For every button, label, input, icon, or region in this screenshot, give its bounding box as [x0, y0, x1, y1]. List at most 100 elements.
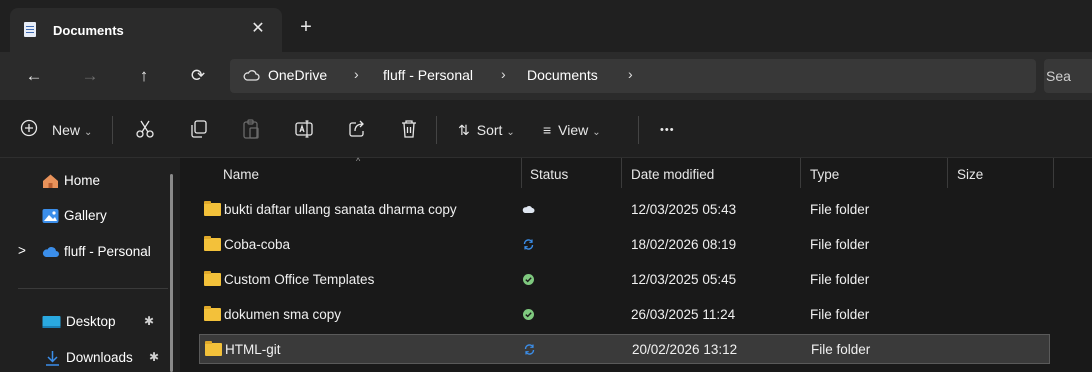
file-type: File folder	[811, 342, 871, 357]
chevron-down-icon: ⌄	[506, 127, 515, 138]
column-resize-handle[interactable]	[521, 158, 522, 188]
breadcrumb-onedrive[interactable]: OneDrive	[268, 67, 327, 83]
search-input[interactable]: Sea	[1046, 68, 1071, 84]
breadcrumb-separator[interactable]: ›	[501, 66, 506, 82]
cloud-status-icon	[522, 205, 535, 213]
view-label: View	[558, 122, 589, 138]
column-header-name[interactable]: Name	[223, 167, 259, 182]
plus-circle-icon	[20, 119, 38, 137]
tab-strip: Documents ✕ +	[0, 0, 1092, 52]
sidebar-item-fluff-personal[interactable]: > fluff - Personal	[0, 237, 170, 267]
breadcrumb-separator[interactable]: ›	[354, 66, 359, 82]
file-row[interactable]: bukti daftar ullang sanata dharma copy 1…	[199, 195, 1050, 225]
sidebar-item-home[interactable]: Home	[0, 166, 170, 196]
home-icon	[43, 174, 58, 188]
cloud-icon	[243, 70, 260, 81]
file-name: Custom Office Templates	[224, 272, 375, 287]
file-date: 18/02/2026 08:19	[631, 237, 737, 252]
sort-icon: ⇅	[458, 122, 470, 138]
up-button[interactable]: ↑	[132, 64, 156, 88]
gallery-icon	[42, 209, 59, 223]
rename-icon[interactable]	[293, 118, 315, 140]
file-date: 20/02/2026 13:12	[632, 342, 738, 357]
file-date: 12/03/2025 05:43	[631, 202, 737, 217]
sidebar-item-label: Desktop	[66, 314, 116, 329]
sidebar-item-downloads[interactable]: Downloads ✱	[0, 343, 170, 372]
back-button[interactable]: ←	[22, 64, 46, 88]
column-header-date-modified[interactable]: Date modified	[631, 167, 714, 182]
tab-documents[interactable]: Documents ✕	[10, 8, 282, 52]
file-row[interactable]: Custom Office Templates 12/03/2025 05:45…	[199, 265, 1050, 295]
new-label: New	[52, 122, 81, 138]
breadcrumb-fluff-personal[interactable]: fluff - Personal	[383, 67, 473, 83]
column-resize-handle[interactable]	[947, 158, 948, 188]
column-resize-handle[interactable]	[800, 158, 801, 188]
pin-icon[interactable]: ✱	[144, 314, 154, 328]
copy-icon[interactable]	[188, 118, 210, 140]
folder-icon	[205, 341, 222, 356]
sidebar-item-label: Home	[64, 173, 101, 188]
command-bar: New ⌄ ⇅ Sort ⌄ ≡ View ⌄ •••	[0, 100, 1092, 158]
downloads-icon	[46, 351, 59, 366]
divider	[638, 116, 639, 144]
sort-label: Sort	[476, 122, 503, 138]
refresh-button[interactable]: ⟳	[186, 64, 210, 88]
sidebar-item-desktop[interactable]: Desktop ✱	[0, 307, 170, 337]
available-status-icon	[523, 274, 534, 285]
divider	[112, 116, 113, 144]
sync-status-icon	[523, 239, 534, 250]
view-icon: ≡	[543, 122, 552, 138]
close-tab-button[interactable]: ✕	[248, 19, 268, 39]
folder-icon	[204, 201, 221, 216]
onedrive-icon	[42, 247, 59, 257]
new-tab-button[interactable]: +	[296, 17, 316, 37]
document-icon	[24, 22, 36, 37]
column-resize-handle[interactable]	[1053, 158, 1054, 188]
desktop-icon	[42, 316, 61, 328]
column-header-type[interactable]: Type	[810, 167, 839, 182]
tab-title: Documents	[53, 23, 124, 38]
column-header-size[interactable]: Size	[957, 167, 983, 182]
sidebar-scrollbar[interactable]	[170, 174, 173, 372]
sidebar-item-label: Downloads	[66, 350, 133, 365]
divider	[18, 288, 168, 289]
file-date: 12/03/2025 05:45	[631, 272, 737, 287]
cut-icon[interactable]	[134, 118, 156, 140]
sidebar-item-label: fluff - Personal	[64, 244, 151, 259]
sidebar-item-label: Gallery	[64, 208, 107, 223]
sort-button[interactable]: ⇅ Sort ⌄	[458, 120, 515, 140]
sidebar-item-gallery[interactable]: Gallery	[0, 201, 170, 231]
paste-icon[interactable]	[240, 118, 262, 140]
folder-icon	[204, 236, 221, 251]
chevron-right-icon[interactable]: >	[18, 243, 26, 258]
address-bar[interactable]: OneDrive › fluff - Personal › Documents …	[230, 59, 1036, 93]
divider	[436, 116, 437, 144]
share-icon[interactable]	[346, 118, 368, 140]
folder-icon	[204, 306, 221, 321]
delete-icon[interactable]	[398, 118, 420, 140]
breadcrumb-separator[interactable]: ›	[628, 66, 633, 82]
column-header-status[interactable]: Status	[530, 167, 568, 182]
new-button[interactable]: New ⌄	[52, 120, 92, 140]
view-button[interactable]: ≡ View ⌄	[543, 120, 601, 140]
breadcrumb-documents[interactable]: Documents	[527, 67, 598, 83]
file-name: bukti daftar ullang sanata dharma copy	[224, 202, 457, 217]
pin-icon[interactable]: ✱	[149, 350, 159, 364]
file-name: HTML-git	[225, 342, 281, 357]
navigation-pane: Home Gallery > fluff - Personal Desktop …	[0, 158, 180, 372]
file-type: File folder	[810, 272, 870, 287]
navigation-bar: ← → ↑ ⟳ OneDrive › fluff - Personal › Do…	[0, 52, 1092, 100]
sort-indicator-icon: ^	[356, 156, 361, 166]
file-row-selected[interactable]: HTML-git 20/02/2026 13:12 File folder	[199, 334, 1050, 364]
available-status-icon	[523, 309, 534, 320]
file-type: File folder	[810, 307, 870, 322]
file-row[interactable]: dokumen sma copy 26/03/2025 11:24 File f…	[199, 300, 1050, 330]
more-options-button[interactable]: •••	[660, 120, 675, 140]
file-list: ^ Name Status Date modified Type Size bu…	[180, 156, 1092, 372]
forward-button[interactable]: →	[78, 64, 102, 88]
file-row[interactable]: Coba-coba 18/02/2026 08:19 File folder	[199, 230, 1050, 260]
column-resize-handle[interactable]	[621, 158, 622, 188]
file-type: File folder	[810, 237, 870, 252]
file-type: File folder	[810, 202, 870, 217]
chevron-down-icon: ⌄	[84, 127, 93, 138]
